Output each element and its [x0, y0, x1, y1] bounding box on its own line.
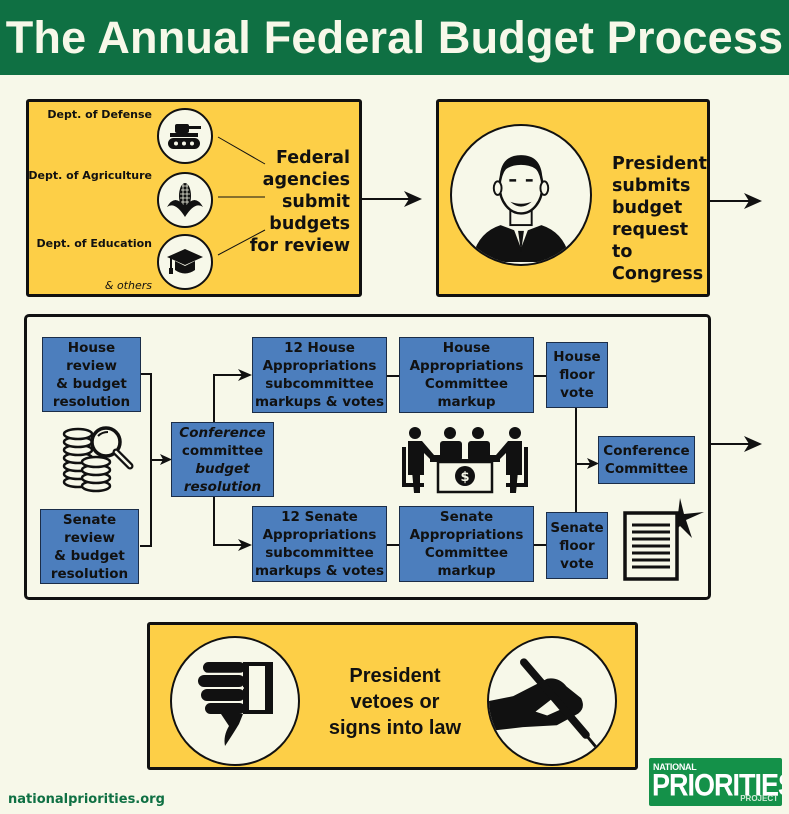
senate-floor-vote-box: Senate floor vote — [546, 512, 608, 579]
conference-committee-box: Conference Committee — [598, 436, 695, 484]
connector — [213, 496, 215, 546]
text-line: resolution — [52, 393, 131, 410]
dept-label-defense: Dept. of Defense — [47, 108, 152, 121]
text-line: budget — [195, 460, 250, 477]
text-line: Senate — [439, 509, 494, 525]
text-line: 12 House — [284, 340, 355, 356]
header-banner: The Annual Federal Budget Process — [0, 0, 789, 75]
text-line: request to — [612, 220, 689, 262]
others-label: & others — [104, 279, 152, 292]
text-line: & budget — [54, 547, 125, 564]
conference-budget-resolution-box: Conference committee budget resolution — [171, 422, 274, 497]
text-line: subcommittee — [265, 376, 374, 392]
text-line: review — [66, 357, 117, 374]
connector — [533, 375, 547, 377]
connector — [533, 544, 547, 546]
tank-icon — [157, 108, 213, 164]
text-line: submit — [281, 192, 350, 212]
text-line: Appropriations — [262, 527, 377, 543]
agencies-text: Federal agencies submit budgets for revi… — [238, 147, 350, 257]
text-line: budgets — [269, 214, 350, 234]
text-line: Congress — [612, 264, 704, 284]
arrow-head-icon — [404, 191, 422, 207]
arrow-head-icon — [744, 193, 762, 209]
president-vetoes-text: President vetoes or signs into law — [310, 663, 480, 741]
text-line: for review — [249, 236, 350, 256]
senate-review-box: Senate review & budget resolution — [40, 509, 139, 584]
text-line: vote — [560, 555, 594, 572]
document-icon — [623, 498, 704, 581]
text-line: House — [553, 349, 601, 365]
connector — [386, 375, 400, 377]
dept-label-education: Dept. of Education — [36, 237, 152, 250]
text-line: President — [612, 154, 707, 174]
connector — [575, 408, 577, 512]
text-line: markups & votes — [254, 394, 384, 410]
president-portrait-icon — [450, 124, 592, 266]
text-line: President — [349, 665, 441, 687]
text-line: 12 Senate — [281, 509, 358, 525]
connector — [213, 374, 215, 424]
house-subcommittee-box: 12 House Appropriations subcommittee mar… — [252, 337, 387, 413]
text-line: subcommittee — [265, 545, 374, 561]
connector — [386, 544, 400, 546]
logo-line3: PROJECT — [740, 794, 778, 803]
text-line: review — [64, 529, 115, 546]
text-line: Appropriations — [409, 358, 524, 374]
text-line: & budget — [56, 375, 127, 392]
house-floor-vote-box: House floor vote — [546, 342, 608, 408]
text-line: signs into law — [328, 717, 462, 739]
text-line: Appropriations — [262, 358, 377, 374]
text-line: House — [442, 340, 491, 356]
senate-committee-markup-box: Senate Appropriations Committee markup — [399, 506, 534, 582]
text-line: markup — [437, 563, 496, 579]
arrow-head-icon — [238, 369, 252, 381]
signing-hand-icon — [487, 636, 617, 766]
text-line: vetoes or — [350, 691, 440, 713]
page-title: The Annual Federal Budget Process — [5, 12, 784, 63]
text-line: House — [67, 339, 116, 356]
text-line: vote — [560, 385, 594, 401]
president-submits-text: President submits budget request to Cong… — [612, 153, 710, 285]
house-committee-markup-box: House Appropriations Committee markup — [399, 337, 534, 413]
text-line: resolution — [50, 565, 129, 582]
text-line: submits — [612, 176, 691, 196]
text-line: budget — [612, 198, 683, 218]
text-line: Committee — [424, 376, 509, 392]
text-line: Senate — [62, 511, 117, 528]
text-line: Committee — [604, 461, 689, 477]
meeting-table-icon: $ — [402, 427, 528, 494]
house-review-box: House review & budget resolution — [42, 337, 141, 412]
senate-subcommittee-box: 12 Senate Appropriations subcommittee ma… — [252, 506, 387, 582]
text-line: floor — [559, 367, 595, 383]
website-link[interactable]: nationalpriorities.org — [8, 792, 165, 807]
coins-magnifier-icon — [62, 426, 134, 493]
text-line: markup — [437, 394, 496, 410]
national-priorities-logo[interactable]: NATIONAL PRIORITIES PROJECT — [649, 758, 782, 806]
text-line: markups & votes — [254, 563, 384, 579]
text-line: Conference — [179, 424, 266, 441]
corn-icon — [157, 172, 213, 228]
text-line: floor — [559, 537, 595, 554]
text-line: Appropriations — [409, 527, 524, 543]
dept-label-agriculture: Dept. of Agriculture — [28, 169, 152, 182]
text-line: Conference — [603, 443, 690, 459]
svg-text:$: $ — [460, 470, 469, 485]
text-line: agencies — [262, 170, 350, 190]
arrow-head-icon — [744, 436, 762, 452]
graduation-cap-icon — [157, 234, 213, 290]
arrow-head-icon — [238, 539, 252, 551]
text-line: Federal — [276, 148, 350, 168]
text-line: Senate — [550, 519, 604, 536]
thumbs-down-icon — [170, 636, 300, 766]
text-line: Committee — [424, 545, 509, 561]
text-line: resolution — [183, 478, 262, 495]
text-line: committee — [181, 442, 264, 459]
